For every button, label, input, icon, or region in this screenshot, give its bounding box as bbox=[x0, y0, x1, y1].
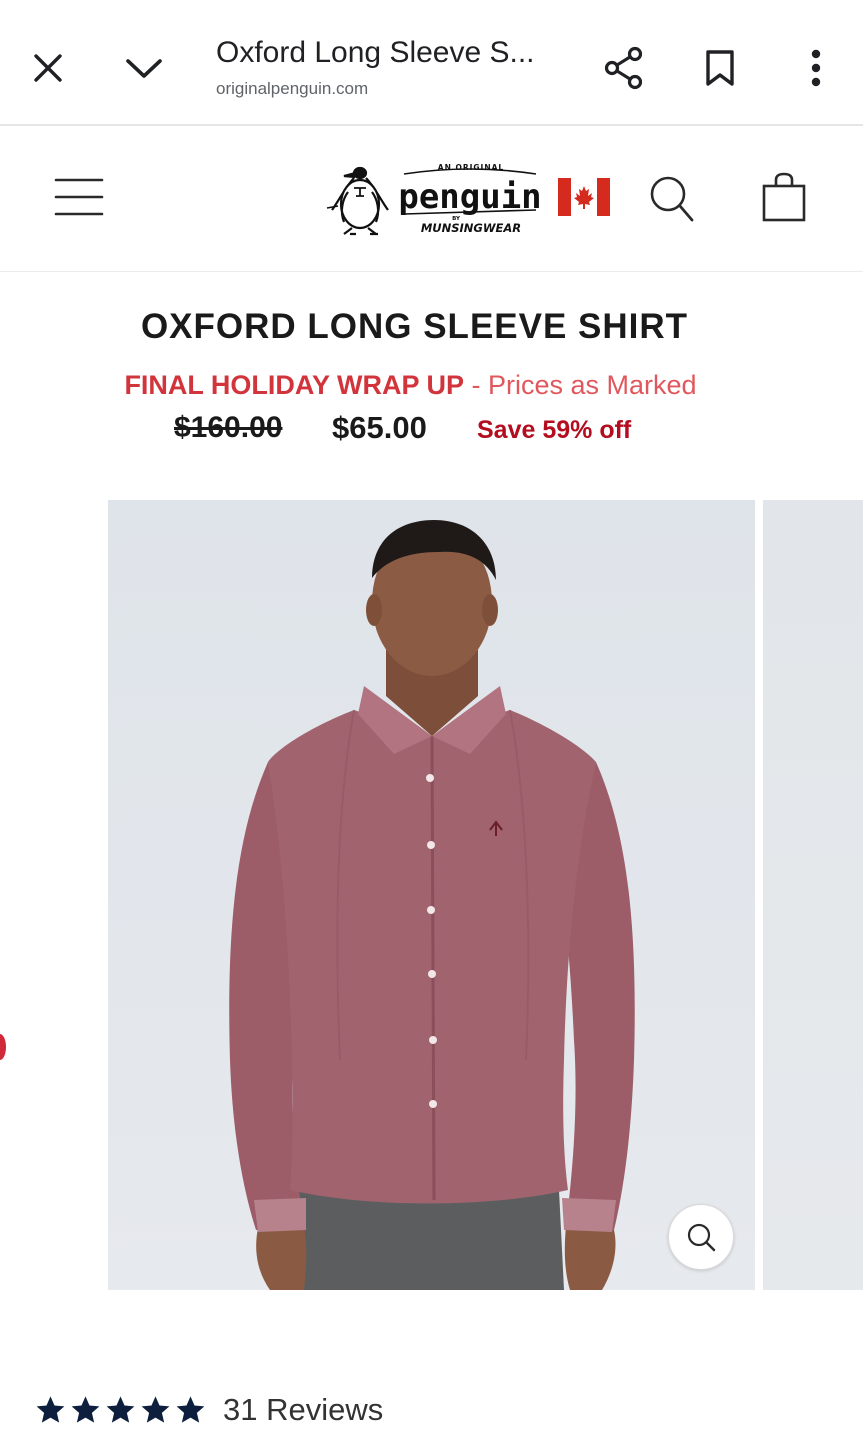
menu-button[interactable] bbox=[48, 172, 110, 222]
promo-suffix: - Prices as Marked bbox=[463, 370, 697, 400]
logo-wordmark: AN ORIGINAL penguin BY MUNSINGWEAR bbox=[398, 163, 541, 235]
star-icon bbox=[176, 1396, 205, 1423]
search-button[interactable] bbox=[644, 168, 700, 228]
shopping-bag-icon bbox=[762, 172, 806, 222]
menu-icon bbox=[54, 178, 104, 216]
share-button[interactable] bbox=[596, 38, 652, 98]
site-header: AN ORIGINAL penguin BY MUNSINGWEAR bbox=[0, 128, 863, 272]
penguin-mascot-icon bbox=[326, 166, 389, 236]
svg-text:AN ORIGINAL: AN ORIGINAL bbox=[438, 163, 504, 172]
page-tab-title: Oxford Long Sleeve S... bbox=[216, 36, 535, 69]
star-icon bbox=[106, 1396, 135, 1423]
more-vertical-icon bbox=[811, 49, 821, 87]
rating-stars bbox=[34, 1394, 207, 1426]
product-title: OXFORD LONG SLEEVE SHIRT bbox=[140, 307, 689, 346]
close-icon bbox=[34, 54, 62, 82]
product-image-gallery[interactable] bbox=[0, 500, 863, 1290]
close-tab-button[interactable] bbox=[20, 38, 76, 98]
star-icon bbox=[36, 1396, 65, 1423]
promo-name: FINAL HOLIDAY WRAP UP bbox=[124, 370, 464, 400]
product-image-main[interactable] bbox=[108, 500, 755, 1290]
zoom-image-button[interactable] bbox=[668, 1204, 734, 1270]
page-url: originalpenguin.com bbox=[216, 79, 369, 98]
zoom-search-icon bbox=[687, 1223, 716, 1252]
minimize-tab-button[interactable] bbox=[116, 38, 172, 98]
star-icon bbox=[71, 1396, 100, 1423]
model-shirt-illustration bbox=[229, 520, 635, 1290]
original-price: $160.00 bbox=[174, 411, 283, 444]
more-options-button[interactable] bbox=[788, 38, 844, 98]
browser-toolbar: Oxford Long Sleeve S... originalpenguin.… bbox=[0, 0, 863, 126]
penguin-logo-graphic: AN ORIGINAL penguin BY MUNSINGWEAR bbox=[326, 163, 542, 236]
chevron-down-icon bbox=[126, 59, 162, 78]
savings-label: Save 59% off bbox=[477, 416, 632, 444]
share-icon bbox=[604, 46, 643, 90]
price-block: $160.00 $65.00 Save 59% off bbox=[174, 408, 794, 448]
promo-banner: FINAL HOLIDAY WRAP UP - Prices as Marked bbox=[0, 367, 821, 403]
sale-price: $65.00 bbox=[332, 410, 427, 445]
star-icon bbox=[141, 1396, 170, 1423]
original-penguin-logo[interactable]: AN ORIGINAL penguin BY MUNSINGWEAR bbox=[324, 158, 542, 242]
shopping-bag-button[interactable] bbox=[754, 168, 814, 228]
tab-title-block[interactable]: Oxford Long Sleeve S... originalpenguin.… bbox=[216, 34, 576, 100]
reviews-summary[interactable]: 31 Reviews bbox=[34, 1390, 383, 1430]
canada-flag-icon bbox=[558, 178, 610, 216]
bookmark-icon bbox=[706, 50, 734, 86]
bookmark-button[interactable] bbox=[692, 38, 748, 98]
svg-text:MUNSINGWEAR: MUNSINGWEAR bbox=[421, 221, 521, 235]
country-selector-button[interactable] bbox=[558, 178, 610, 216]
search-icon bbox=[650, 176, 694, 222]
review-count: 31 Reviews bbox=[223, 1392, 384, 1427]
product-image-next-peek[interactable] bbox=[763, 500, 863, 1290]
